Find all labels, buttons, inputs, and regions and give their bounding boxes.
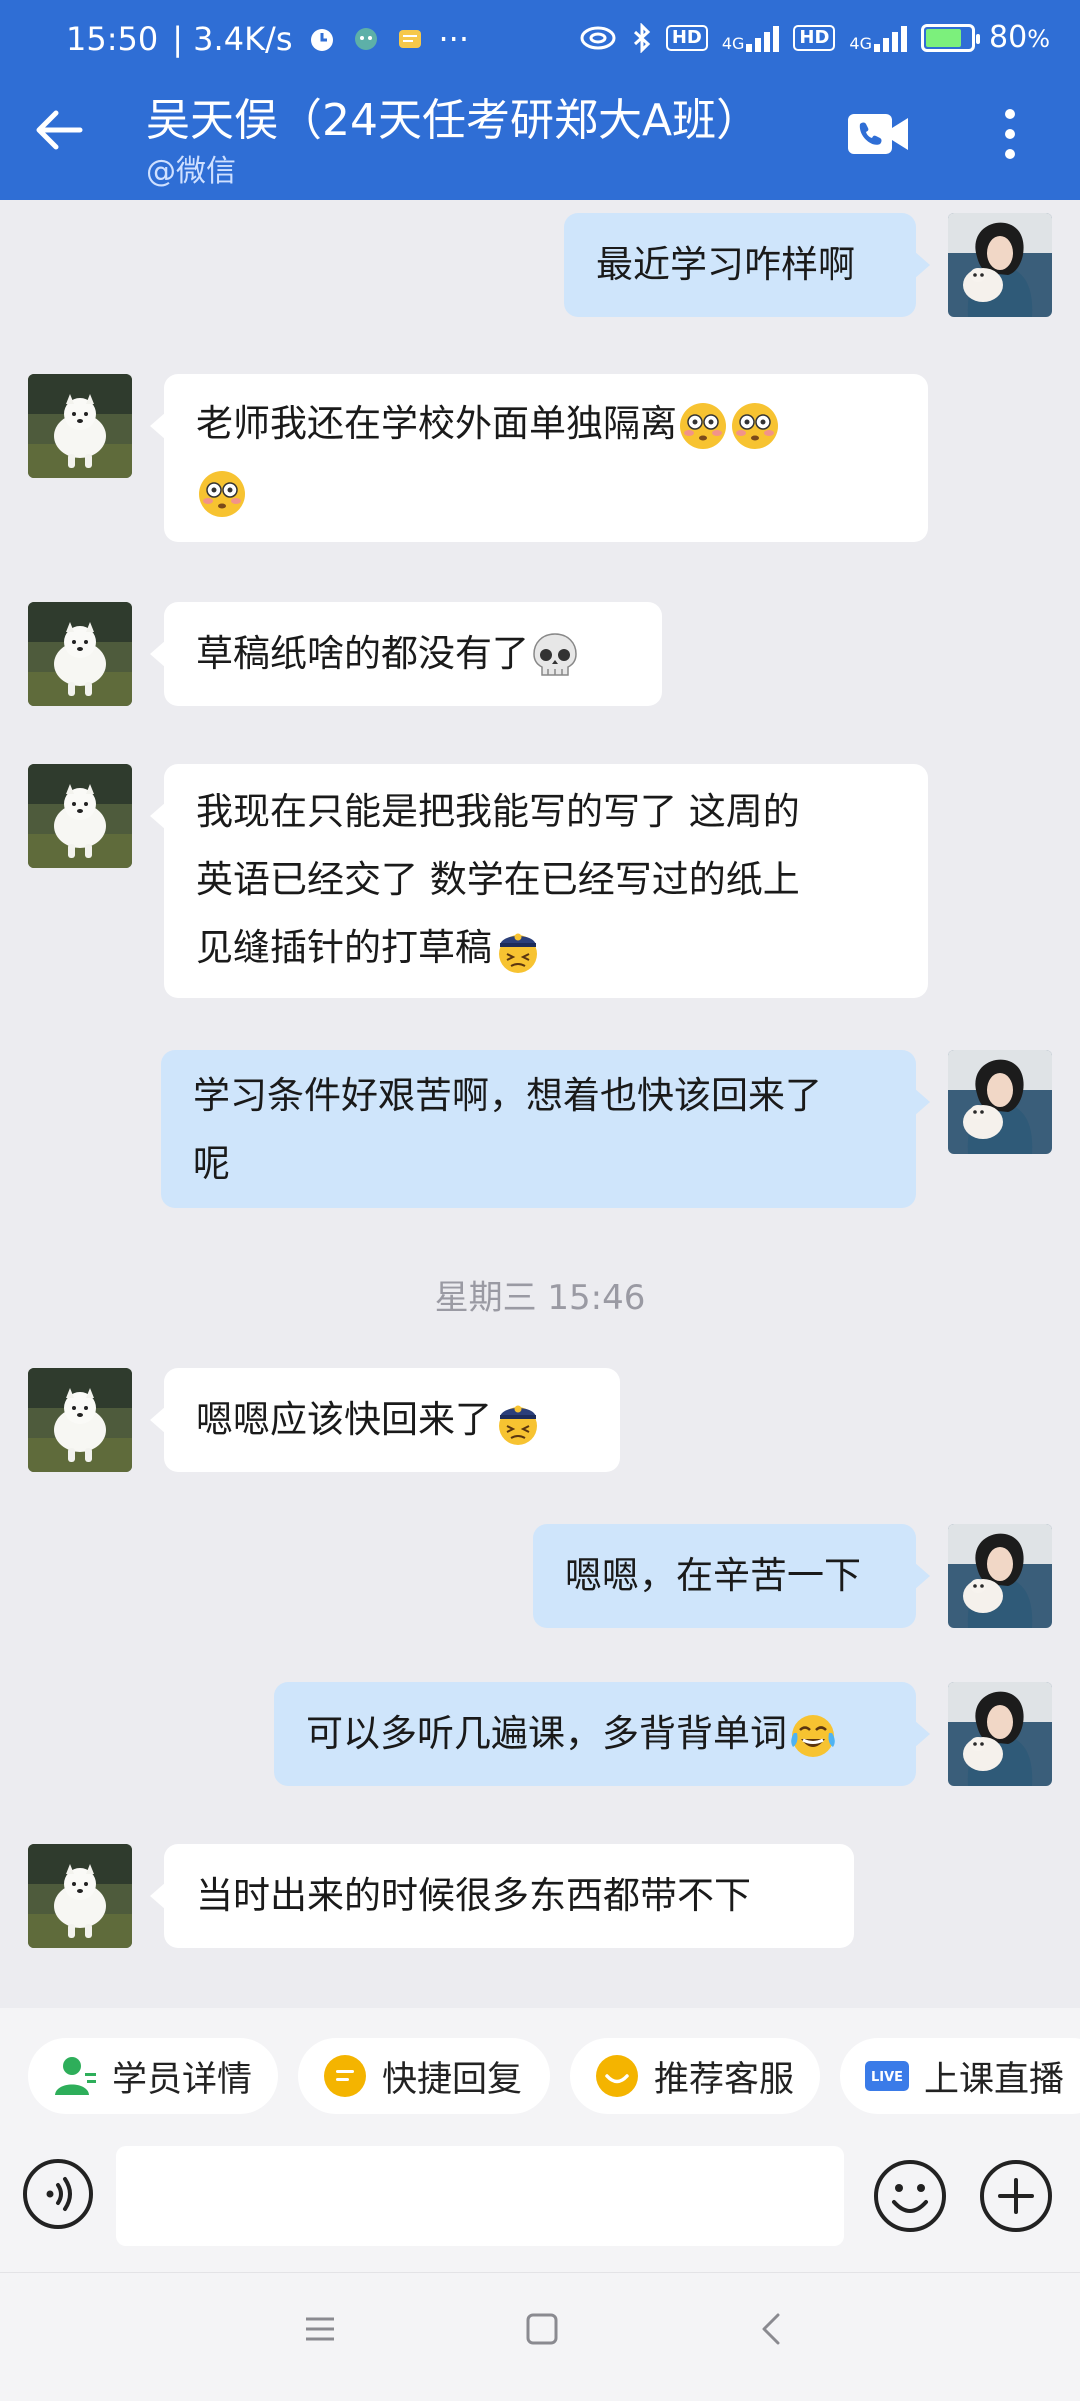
message-bubble-contact[interactable]: 草稿纸啥的都没有了 — [150, 602, 662, 706]
vertical-dots-icon — [1005, 109, 1015, 159]
network-type-label-2: 4G — [849, 33, 872, 53]
message-text: 嗯嗯，在辛苦一下 — [565, 1554, 861, 1597]
more-options-button[interactable] — [990, 102, 1030, 166]
quick-reply-icon — [322, 2053, 368, 2099]
contact-avatar[interactable] — [28, 374, 132, 478]
quick-reply-button[interactable]: 快捷回复 — [298, 2038, 550, 2114]
voice-icon — [23, 2159, 93, 2229]
message-bubble-self[interactable]: 学习条件好艰苦啊，想着也快该回来了 呢 — [161, 1050, 930, 1208]
more-input-options-button[interactable] — [978, 2158, 1054, 2234]
network-speed: | 3.4K/s — [172, 20, 293, 58]
message-bubble-self[interactable]: 可以多听几遍课，多背背单词 — [274, 1682, 930, 1786]
chip-label: 学员详情 — [112, 2059, 253, 2100]
recent-apps-button[interactable] — [300, 2309, 340, 2349]
system-navigation-bar — [0, 2272, 1080, 2401]
hd-voice-badge-2: HD — [793, 24, 836, 51]
skull-emoji — [530, 631, 580, 681]
hd-voice-badge: HD — [665, 24, 708, 51]
wifi-calling-icon — [578, 23, 618, 53]
message-text: 我现在只能是把我能写的写了 这周的 — [196, 790, 800, 833]
message-input[interactable] — [116, 2146, 844, 2246]
message-text: 最近学习咋样啊 — [596, 243, 855, 286]
police-face-emoji — [493, 1397, 543, 1447]
message-text: 见缝插针的打草稿 — [196, 926, 492, 969]
message-bubble-contact[interactable]: 嗯嗯应该快回来了 — [150, 1368, 620, 1472]
live-badge-text: LIVE — [871, 2070, 903, 2085]
battery-percent: 80 — [989, 20, 1028, 55]
message-bubble-self[interactable]: 嗯嗯，在辛苦一下 — [533, 1524, 930, 1628]
menu-lines-icon — [306, 2317, 334, 2341]
message-bubble-self[interactable]: 最近学习咋样啊 — [564, 213, 930, 317]
status-bar: 15:50 | 3.4K/s ··· HD 4G HD 4G 80% — [0, 0, 1080, 80]
live-icon: LIVE — [864, 2053, 910, 2099]
message-bubble-contact[interactable]: 当时出来的时候很多东西都带不下 — [150, 1844, 854, 1948]
contact-avatar[interactable] — [28, 764, 132, 868]
police-face-emoji — [493, 925, 543, 975]
message-timestamp: 星期三 15:46 — [434, 1278, 646, 1318]
network-type-label: 4G — [721, 33, 745, 53]
arrow-left-icon — [36, 110, 83, 150]
bluetooth-icon — [632, 22, 652, 53]
voice-input-button[interactable] — [22, 2158, 94, 2230]
smiley-icon — [874, 2160, 946, 2232]
chat-source-label: @微信 — [146, 154, 236, 189]
home-button[interactable] — [522, 2309, 562, 2349]
message-text: 草稿纸啥的都没有了 — [196, 632, 529, 675]
contact-avatar[interactable] — [28, 1844, 132, 1948]
video-phone-icon — [848, 114, 908, 154]
battery-percent-unit: % — [1027, 25, 1050, 53]
live-class-button[interactable]: LIVE 上课直播 — [840, 2038, 1080, 2114]
status-time: 15:50 — [66, 20, 159, 58]
self-avatar[interactable] — [948, 1524, 1052, 1628]
message-list[interactable]: 最近学习咋样啊 老师我还在学校外面单独隔离 草稿纸啥的都没有了 我现在只能是把我… — [0, 200, 1080, 2008]
emoji-button[interactable] — [872, 2158, 948, 2234]
message-text: 英语已经交了 数学在已经写过的纸上 — [196, 858, 800, 901]
chip-label: 快捷回复 — [382, 2059, 523, 2100]
plus-icon — [980, 2160, 1052, 2232]
message-bubble-contact[interactable]: 我现在只能是把我能写的写了 这周的 英语已经交了 数学在已经写过的纸上 见缝插针… — [150, 764, 928, 998]
message-text: 老师我还在学校外面单独隔离 — [196, 402, 677, 445]
student-profile-icon — [52, 2053, 98, 2099]
more-notifications-icon: ··· — [438, 20, 470, 58]
student-details-button[interactable]: 学员详情 — [28, 2038, 278, 2114]
flushed-face-emoji — [678, 401, 728, 451]
alarm-clock-icon — [307, 24, 337, 54]
self-avatar[interactable] — [948, 1050, 1052, 1154]
chip-label: 推荐客服 — [654, 2059, 795, 2100]
chevron-left-icon — [762, 2313, 780, 2345]
back-button[interactable] — [30, 100, 90, 160]
message-text: 当时出来的时候很多东西都带不下 — [196, 1874, 751, 1917]
signal-strength-icon — [746, 24, 780, 52]
recommend-service-button[interactable]: 推荐客服 — [570, 2038, 820, 2114]
message-text: 学习条件好艰苦啊，想着也快该回来了 — [193, 1074, 822, 1117]
signal-strength-icon-2 — [874, 24, 907, 52]
flushed-face-emoji — [730, 401, 780, 451]
self-avatar[interactable] — [948, 213, 1052, 317]
message-text: 可以多听几遍课，多背背单词 — [306, 1712, 787, 1755]
tears-of-joy-emoji — [788, 1711, 838, 1761]
square-home-icon — [526, 2313, 558, 2345]
battery-icon — [921, 23, 980, 52]
notes-notification-icon — [395, 24, 425, 54]
input-bar — [0, 2138, 1080, 2272]
video-call-button[interactable] — [846, 110, 912, 158]
message-text: 嗯嗯应该快回来了 — [196, 1398, 492, 1441]
chat-header: 15:50 | 3.4K/s ··· HD 4G HD 4G 80% 吴天俣（2… — [0, 0, 1080, 200]
contact-avatar[interactable] — [28, 1368, 132, 1472]
system-back-button[interactable] — [752, 2309, 792, 2349]
quick-action-bar: 学员详情 快捷回复 推荐客服 LIVE 上课直播 — [0, 2008, 1080, 2138]
message-text: 呢 — [193, 1142, 230, 1185]
contact-avatar[interactable] — [28, 602, 132, 706]
app-notification-icon — [351, 24, 381, 54]
self-avatar[interactable] — [948, 1682, 1052, 1786]
chip-label: 上课直播 — [924, 2059, 1065, 2100]
recommend-service-icon — [594, 2053, 640, 2099]
chat-title: 吴天俣（24天任考研郑大A班） — [146, 95, 761, 146]
message-bubble-contact[interactable]: 老师我还在学校外面单独隔离 — [150, 374, 928, 542]
flushed-face-emoji — [197, 469, 247, 519]
